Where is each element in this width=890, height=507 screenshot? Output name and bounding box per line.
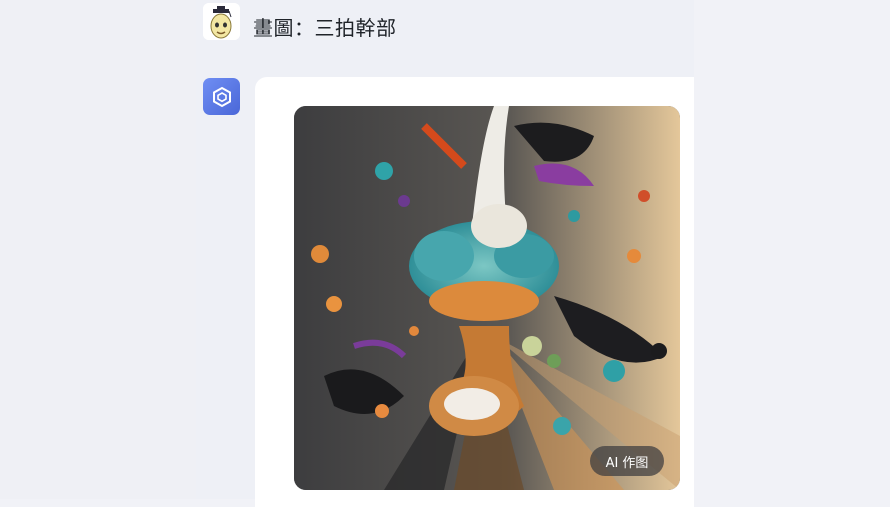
bot-avatar[interactable] [203, 78, 240, 115]
user-message-text: 畫圖：三拍幹部 [253, 16, 397, 40]
left-gutter [0, 0, 196, 499]
paint-explosion-artwork [294, 106, 680, 490]
ai-generated-badge: AI 作图 [590, 446, 664, 476]
generated-image[interactable] [294, 106, 680, 490]
user-avatar[interactable] [203, 3, 240, 40]
cartoon-character-avatar-icon [203, 3, 240, 40]
hexagon-logo-icon [212, 86, 231, 107]
right-gutter [694, 0, 890, 499]
